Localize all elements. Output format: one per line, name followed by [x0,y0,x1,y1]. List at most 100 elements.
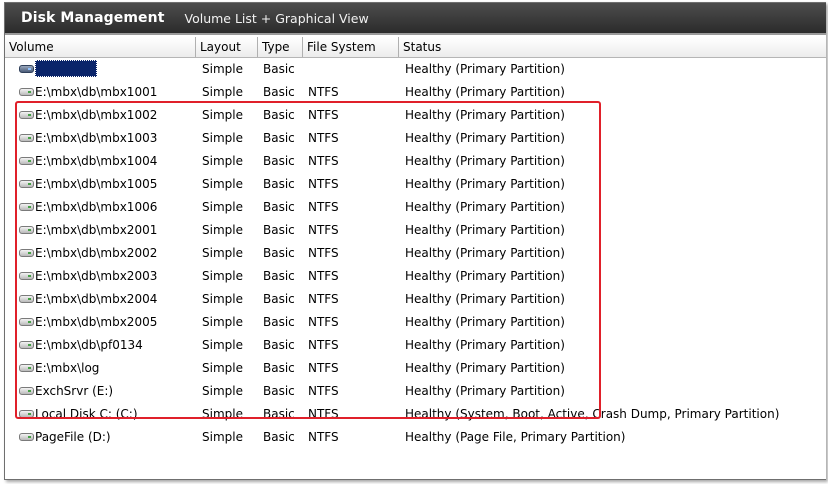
column-header-layout[interactable]: Layout [196,37,258,57]
column-header-volume[interactable]: Volume [5,37,196,57]
volume-list-header: Volume Layout Type File System Status [5,37,826,58]
status-cell: Healthy (Page File, Primary Partition) [405,430,626,444]
layout-cell: Simple [202,177,243,191]
volume-cell[interactable]: E:\mbx\db\mbx2002 [19,242,157,265]
volume-name: E:\mbx\db\mbx2005 [35,315,158,329]
volume-cell[interactable]: Local Disk C: (C:) [19,403,138,426]
type-cell: Basic [263,200,295,214]
status-cell: Healthy (Primary Partition) [405,384,565,398]
status-cell: Healthy (Primary Partition) [405,246,565,260]
file-system-cell: NTFS [308,292,339,306]
disk-icon [19,202,34,211]
column-header-type[interactable]: Type [258,37,303,57]
status-cell: Healthy (Primary Partition) [405,223,565,237]
volume-row[interactable]: E:\mbx\db\pf0134 Simple Basic NTFS Healthy (… [5,334,826,357]
type-cell: Basic [263,384,295,398]
type-cell: Basic [263,108,295,122]
volume-cell[interactable]: E:\mbx\db\mbx1003 [19,127,157,150]
volume-name: E:\mbx\db\mbx1006 [35,200,158,214]
disk-management-window: Disk Management Volume List + Graphical … [4,2,826,480]
type-cell: Basic [263,62,295,76]
type-cell: Basic [263,315,295,329]
file-system-cell: NTFS [308,384,339,398]
layout-cell: Simple [202,246,243,260]
volume-row[interactable]: PageFile (D:) Simple Basic NTFS Healthy (Pag… [5,426,826,449]
disk-icon [19,294,34,303]
volume-row[interactable]: E:\mbx\db\mbx2002 Simple Basic NTFS Healthy … [5,242,826,265]
volume-row[interactable]: E:\mbx\db\mbx2001 Simple Basic NTFS Healthy … [5,219,826,242]
volume-row[interactable]: E:\mbx\log Simple Basic NTFS Healthy (Primar… [5,357,826,380]
volume-row[interactable]: E:\mbx\db\mbx1004 Simple Basic NTFS Healthy … [5,150,826,173]
volume-cell[interactable] [19,58,97,81]
volume-row[interactable]: E:\mbx\db\mbx2003 Simple Basic NTFS Healthy … [5,265,826,288]
file-system-cell: NTFS [308,315,339,329]
volume-list: Simple Basic Healthy (Primary Partition) E:… [5,58,826,479]
layout-cell: Simple [202,200,243,214]
volume-row[interactable]: E:\mbx\db\mbx1003 Simple Basic NTFS Healthy … [5,127,826,150]
type-cell: Basic [263,85,295,99]
layout-cell: Simple [202,223,243,237]
disk-icon [19,317,34,326]
disk-icon [19,156,34,165]
volume-row[interactable]: E:\mbx\db\mbx2005 Simple Basic NTFS Healthy … [5,311,826,334]
type-cell: Basic [263,177,295,191]
volume-name: E:\mbx\db\mbx2003 [35,269,158,283]
volume-cell[interactable]: E:\mbx\db\pf0134 [19,334,143,357]
volume-cell[interactable]: E:\mbx\db\mbx1004 [19,150,157,173]
volume-row[interactable]: E:\mbx\db\mbx1006 Simple Basic NTFS Healthy … [5,196,826,219]
type-cell: Basic [263,407,295,421]
layout-cell: Simple [202,315,243,329]
layout-cell: Simple [202,407,243,421]
volume-row[interactable]: Local Disk C: (C:) Simple Basic NTFS Healthy… [5,403,826,426]
file-system-cell: NTFS [308,407,339,421]
status-cell: Healthy (Primary Partition) [405,292,565,306]
disk-icon [19,432,34,441]
volume-cell[interactable]: E:\mbx\log [19,357,99,380]
file-system-cell: NTFS [308,269,339,283]
disk-icon [19,179,34,188]
file-system-cell: NTFS [308,361,339,375]
volume-row[interactable]: E:\mbx\db\mbx2004 Simple Basic NTFS Healthy … [5,288,826,311]
volume-cell[interactable]: E:\mbx\db\mbx1006 [19,196,157,219]
volume-cell[interactable]: E:\mbx\db\mbx2005 [19,311,157,334]
layout-cell: Simple [202,361,243,375]
disk-icon [19,110,34,119]
volume-row[interactable]: E:\mbx\db\mbx1002 Simple Basic NTFS Healthy … [5,104,826,127]
layout-cell: Simple [202,338,243,352]
window-title: Disk Management [21,10,165,26]
status-cell: Healthy (System, Boot, Active, Crash Dum… [405,407,780,421]
volume-name: E:\mbx\db\mbx1004 [35,154,158,168]
column-header-status[interactable]: Status [399,37,826,57]
volume-cell[interactable]: PageFile (D:) [19,426,111,449]
file-system-cell: NTFS [308,223,339,237]
volume-name: E:\mbx\db\mbx2002 [35,246,158,260]
status-cell: Healthy (Primary Partition) [405,62,565,76]
type-cell: Basic [263,131,295,145]
volume-cell[interactable]: E:\mbx\db\mbx2004 [19,288,157,311]
column-header-file-system[interactable]: File System [303,37,399,57]
volume-row[interactable]: Simple Basic Healthy (Primary Partition) [5,58,826,81]
disk-icon [19,409,34,418]
status-cell: Healthy (Primary Partition) [405,315,565,329]
volume-cell[interactable]: E:\mbx\db\mbx1001 [19,81,157,104]
file-system-cell: NTFS [308,430,339,444]
type-cell: Basic [263,223,295,237]
volume-cell[interactable]: ExchSrvr (E:) [19,380,113,403]
status-cell: Healthy (Primary Partition) [405,85,565,99]
status-cell: Healthy (Primary Partition) [405,200,565,214]
volume-row[interactable]: E:\mbx\db\mbx1001 Simple Basic NTFS Healthy … [5,81,826,104]
volume-cell[interactable]: E:\mbx\db\mbx1002 [19,104,157,127]
volume-cell[interactable]: E:\mbx\db\mbx1005 [19,173,157,196]
volume-row[interactable]: E:\mbx\db\mbx1005 Simple Basic NTFS Healthy … [5,173,826,196]
disk-icon [19,87,34,96]
file-system-cell: NTFS [308,200,339,214]
volume-name: E:\mbx\db\mbx1002 [35,108,158,122]
file-system-cell: NTFS [308,338,339,352]
file-system-cell: NTFS [308,131,339,145]
volume-cell[interactable]: E:\mbx\db\mbx2001 [19,219,157,242]
selected-volume-name[interactable] [35,60,97,77]
volume-row[interactable]: ExchSrvr (E:) Simple Basic NTFS Healthy (Pri… [5,380,826,403]
disk-icon [19,225,34,234]
volume-name: ExchSrvr (E:) [35,384,114,398]
volume-cell[interactable]: E:\mbx\db\mbx2003 [19,265,157,288]
